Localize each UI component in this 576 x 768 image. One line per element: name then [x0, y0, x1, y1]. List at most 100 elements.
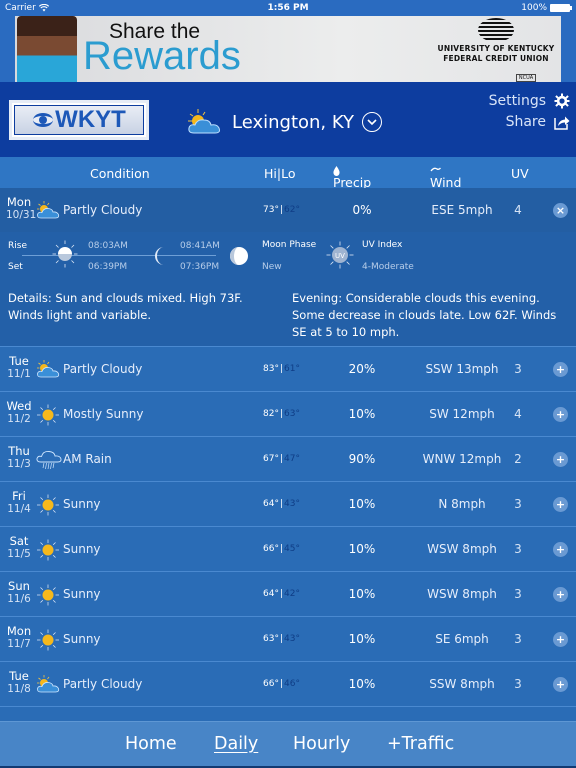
forecast-row-partial	[0, 707, 576, 721]
expand-row-button[interactable]: +	[553, 677, 568, 692]
rain-icon	[36, 449, 62, 471]
column-uv: UV	[511, 166, 529, 181]
forecast-day: Wed 11/2	[6, 400, 32, 426]
nav-home[interactable]: Home	[125, 734, 177, 754]
ad-rewards-text: Rewards	[83, 34, 241, 78]
settings-button[interactable]: Settings	[489, 90, 570, 111]
wind-value: SSW 13mph	[425, 362, 499, 376]
partly-cloudy-icon	[36, 674, 60, 696]
expand-row-button[interactable]: +	[553, 407, 568, 422]
expand-row-button[interactable]: +	[553, 587, 568, 602]
temp-separator: |	[279, 679, 283, 689]
hi-lo-temps: 64°|43°	[263, 499, 300, 509]
low-temp: 45°	[284, 544, 300, 554]
forecast-row[interactable]: Wed 11/2 Mostly Sunny 82°|63° 10% SW 12m…	[0, 392, 576, 437]
hi-lo-temps: 66°|46°	[263, 679, 300, 689]
moon-phase-value: New	[262, 262, 282, 272]
forecast-list[interactable]: Mon 10/31 Partly Cloudy 73°|62° 0% ESE 5…	[0, 188, 576, 721]
uv-value: 4	[514, 203, 522, 217]
uv-value: 2	[514, 452, 522, 466]
day-date: 11/8	[7, 683, 31, 695]
forecast-row[interactable]: Tue 11/8 Partly Cloudy 66°|46° 10% SSW 8…	[0, 662, 576, 707]
location-selector[interactable]: Lexington, KY	[186, 108, 383, 136]
forecast-row[interactable]: Fri 11/4 Sunny 64°|43° 10% N 8mph 3 +	[0, 482, 576, 527]
chevron-down-icon[interactable]	[362, 112, 383, 132]
wind-value: SE 6mph	[435, 632, 489, 646]
sponsor-name-line1: University of Kentucky	[437, 44, 555, 53]
condition-text: Sunny	[63, 542, 101, 556]
condition-text: Sunny	[63, 632, 101, 646]
evening-details-text: Evening: Considerable clouds this evenin…	[292, 291, 557, 339]
precip-value: 90%	[348, 452, 376, 466]
nav-daily[interactable]: Daily	[214, 734, 258, 754]
set-label: Set	[8, 262, 23, 272]
status-bar: Carrier 1:56 PM 100%	[0, 0, 576, 16]
nav-hourly[interactable]: Hourly	[293, 734, 350, 754]
clock: 1:56 PM	[267, 3, 309, 13]
forecast-row[interactable]: Sat 11/5 Sunny 66°|45° 10% WSW 8mph 3 +	[0, 527, 576, 572]
hi-lo-temps: 83°|61°	[263, 364, 300, 374]
forecast-row[interactable]: Tue 11/1 Partly Cloudy 83°|61° 20% SSW 1…	[0, 347, 576, 392]
uv-value: 3	[514, 542, 522, 556]
forecast-row[interactable]: Mon 11/7 Sunny 63°|43° 10% SE 6mph 3 +	[0, 617, 576, 662]
gear-icon	[554, 93, 570, 109]
sun-horizon-icon	[52, 240, 78, 271]
expand-row-button[interactable]: +	[553, 632, 568, 647]
hi-lo-temps: 63°|43°	[263, 634, 300, 644]
sunrise-time: 08:03AM	[88, 241, 128, 251]
low-temp: 47°	[284, 454, 300, 464]
forecast-day: Sat 11/5	[6, 535, 32, 561]
temp-separator: |	[279, 205, 283, 215]
moon-phase-label: Moon Phase	[262, 240, 317, 250]
sunny-icon	[36, 629, 60, 651]
precip-value: 0%	[352, 203, 372, 217]
logo-text: WKYT	[55, 106, 126, 133]
svg-text:UV: UV	[335, 252, 345, 260]
forecast-row[interactable]: Sun 11/6 Sunny 64°|42° 10% WSW 8mph 3 +	[0, 572, 576, 617]
column-condition: Condition	[90, 166, 150, 181]
day-details-text: Details: Sun and clouds mixed. High 73F.…	[8, 291, 243, 322]
day-name: Sun	[8, 579, 30, 593]
forecast-row[interactable]: Mon 10/31 Partly Cloudy 73°|62° 0% ESE 5…	[0, 188, 576, 233]
expand-row-button[interactable]: +	[553, 362, 568, 377]
share-button[interactable]: Share	[489, 111, 570, 132]
sunny-icon	[36, 584, 60, 606]
high-temp: 73°	[263, 205, 279, 215]
ad-banner[interactable]: Share the Rewards University of Kentucky…	[15, 16, 561, 82]
expand-row-button[interactable]: +	[553, 452, 568, 467]
day-date: 11/5	[7, 548, 31, 560]
forecast-row[interactable]: Thu 11/3 AM Rain 67°|47° 90% WNW 12mph 2…	[0, 437, 576, 482]
rise-label: Rise	[8, 241, 27, 251]
hi-lo-temps: 82°|63°	[263, 409, 300, 419]
sunset-time: 06:39PM	[88, 262, 128, 272]
day-date: 11/1	[7, 368, 31, 380]
temp-separator: |	[279, 544, 283, 554]
forecast-detail-panel: Rise Set 08:03AM 06:39PM 08:41AM 07:36PM…	[0, 232, 576, 347]
day-date: 11/4	[7, 503, 31, 515]
forecast-day: Thu 11/3	[6, 445, 32, 471]
forecast-day: Fri 11/4	[6, 490, 32, 516]
expand-row-button[interactable]: +	[553, 497, 568, 512]
temp-separator: |	[279, 589, 283, 599]
low-temp: 61°	[284, 364, 300, 374]
condition-text: Sunny	[63, 497, 101, 511]
day-name: Fri	[12, 489, 26, 503]
low-temp: 62°	[284, 205, 300, 215]
wind-value: WSW 8mph	[427, 542, 497, 556]
sponsor-emblem-icon	[478, 18, 514, 42]
ad-photo	[17, 16, 77, 82]
day-name: Mon	[6, 195, 32, 209]
moon-icon	[154, 246, 168, 269]
high-temp: 64°	[263, 499, 279, 509]
forecast-column-header: Condition Hi|Lo Precip Wind UV	[0, 157, 576, 190]
sunny-icon	[36, 539, 60, 561]
settings-label: Settings	[488, 92, 546, 109]
uv-value: 4	[514, 407, 522, 421]
station-logo[interactable]: WKYT	[9, 100, 149, 140]
collapse-row-button[interactable]: ×	[553, 203, 568, 218]
nav-traffic[interactable]: +Traffic	[387, 734, 454, 754]
uv-value: 3	[514, 632, 522, 646]
expand-row-button[interactable]: +	[553, 542, 568, 557]
temp-separator: |	[279, 634, 283, 644]
precip-value: 10%	[348, 632, 376, 646]
